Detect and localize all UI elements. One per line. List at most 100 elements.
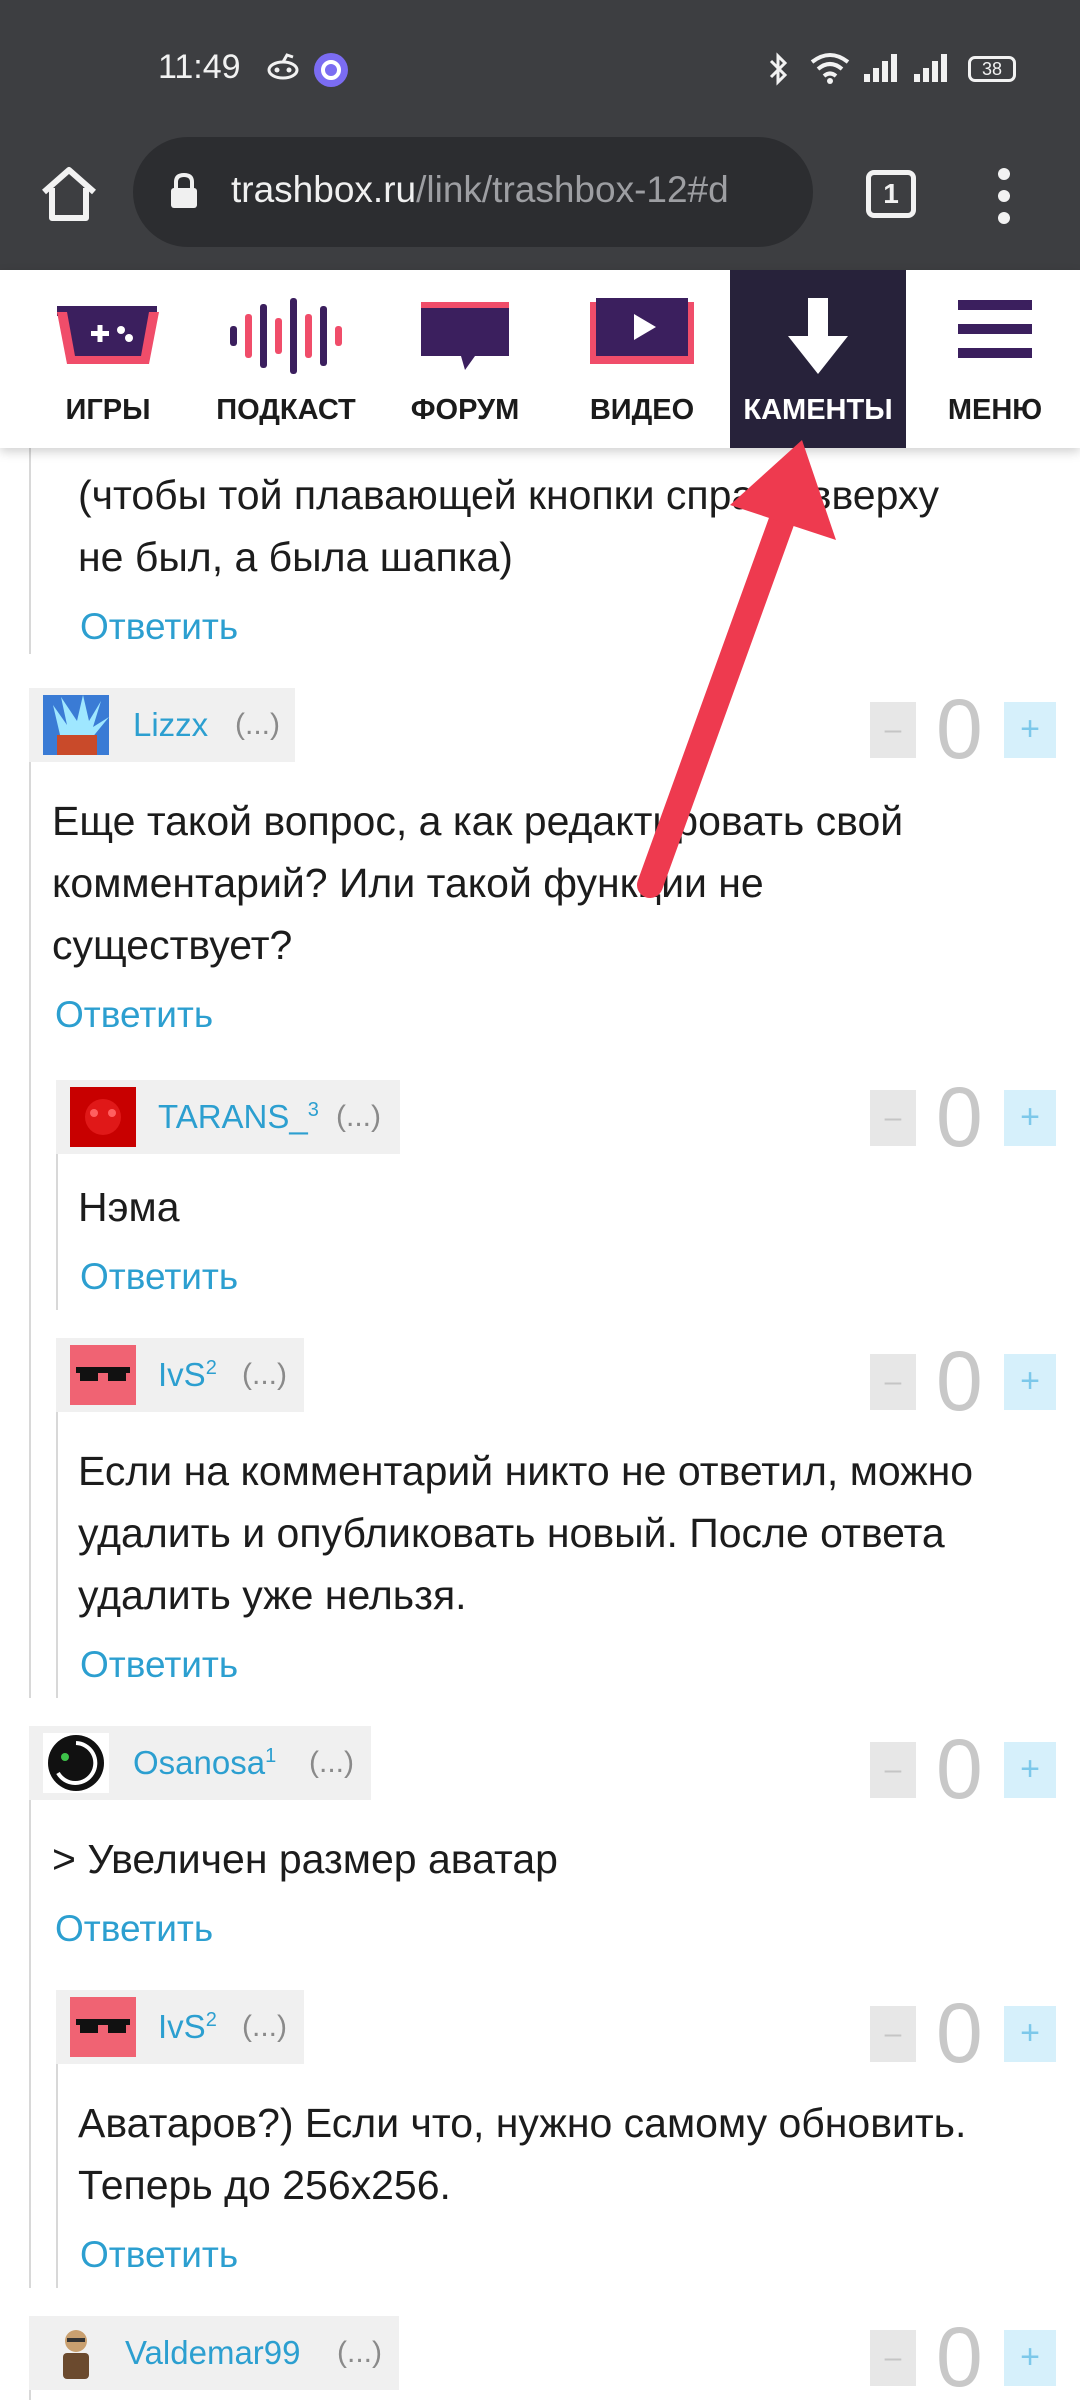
vote-score: 0 xyxy=(936,1722,983,1816)
comment-text-line: (чтобы той плавающей кнопки справа вверх… xyxy=(78,472,939,518)
comment-username[interactable]: IvS2 xyxy=(158,1356,217,1394)
browser-menu-icon[interactable] xyxy=(992,168,1016,228)
forum-icon xyxy=(421,302,509,370)
nav-forum[interactable]: ФОРУМ xyxy=(390,270,540,448)
comment-text: Еще такой вопрос, а как редактировать св… xyxy=(52,790,903,976)
comment-more[interactable]: (...) xyxy=(309,1746,354,1780)
comment-text-line: удалить уже нельзя. xyxy=(78,1572,467,1618)
user-level: 2 xyxy=(205,2009,217,2031)
gamepad-icon xyxy=(57,306,159,364)
thread-line xyxy=(29,760,31,1698)
comment-text-line: комментарий? Или такой функции не xyxy=(52,860,764,906)
comment-text-line: удалить и опубликовать новый. После отве… xyxy=(78,1510,945,1556)
url-text: trashbox.ru/link/trashbox-12#d xyxy=(231,169,796,211)
comment-more[interactable]: (...) xyxy=(235,708,280,742)
nav-label-menu: МЕНЮ xyxy=(947,394,1043,426)
comment-text: Если на комментарий никто не ответил, мо… xyxy=(78,1440,973,1626)
username-text: Osanosa xyxy=(133,1744,266,1781)
comment-more[interactable]: (...) xyxy=(242,2010,287,2044)
avatar[interactable] xyxy=(43,1733,109,1793)
nav-label-podcast: ПОДКАСТ xyxy=(216,394,356,426)
signal-icon-1 xyxy=(864,54,897,82)
comment-text-line: Теперь до 256x256. xyxy=(78,2162,451,2208)
comment-header: TARANS_3 (...) xyxy=(56,1080,400,1154)
avatar[interactable] xyxy=(70,1345,136,1405)
comment-text-line: Если на комментарий никто не ответил, мо… xyxy=(78,1448,974,1494)
comment-text: Аватаров?) Если что, нужно самому обнови… xyxy=(78,2092,966,2216)
vote-score: 0 xyxy=(936,2310,983,2404)
address-bar[interactable]: trashbox.ru/link/trashbox-12#d xyxy=(133,137,813,247)
nav-menu[interactable]: МЕНЮ xyxy=(920,270,1070,448)
comment-more[interactable]: (...) xyxy=(336,1100,381,1134)
avatar[interactable] xyxy=(43,695,109,755)
vote-up-button[interactable]: + xyxy=(1004,2006,1056,2062)
comment-text-line: Нэма xyxy=(78,1184,180,1230)
vote-down-button[interactable]: – xyxy=(870,1354,916,1410)
comment-username[interactable]: Lizzx xyxy=(133,706,208,744)
reply-link[interactable]: Ответить xyxy=(80,1256,238,1298)
comment-text-line: > Увеличен размер аватар xyxy=(52,1836,558,1882)
nav-games[interactable]: ИГРЫ xyxy=(0,270,216,448)
comment-text: (чтобы той плавающей кнопки справа вверх… xyxy=(78,464,939,588)
vote-score: 0 xyxy=(936,682,983,776)
vote-up-button[interactable]: + xyxy=(1004,1090,1056,1146)
wifi-icon xyxy=(810,53,850,84)
nav-comments[interactable]: КАМЕНТЫ xyxy=(730,270,906,448)
reply-link[interactable]: Ответить xyxy=(80,606,238,648)
browser-toolbar: trashbox.ru/link/trashbox-12#d 1 xyxy=(0,128,1080,270)
signal-icon-2 xyxy=(914,54,947,82)
comment-username[interactable]: IvS2 xyxy=(158,2008,217,2046)
avatar[interactable] xyxy=(43,2323,109,2383)
comment-username[interactable]: Valdemar99 xyxy=(125,2334,301,2372)
reply-link[interactable]: Ответить xyxy=(80,2234,238,2276)
reply-link[interactable]: Ответить xyxy=(80,1644,238,1686)
battery-icon: 38 xyxy=(968,56,1016,82)
comment-header: Lizzx (...) xyxy=(29,688,295,762)
comment-header: IvS2 (...) xyxy=(56,1990,304,2064)
nav-label-comments: КАМЕНТЫ xyxy=(743,394,893,426)
url-host: trashbox.ru xyxy=(231,169,417,210)
vote-down-button[interactable]: – xyxy=(870,2006,916,2062)
status-time: 11:49 xyxy=(158,48,241,86)
comment-text-line: существует? xyxy=(52,922,293,968)
comment-header: Osanosa1 (...) xyxy=(29,1726,371,1800)
vote-down-button[interactable]: – xyxy=(870,702,916,758)
bluetooth-icon xyxy=(769,52,788,86)
vote-down-button[interactable]: – xyxy=(870,1090,916,1146)
comment-header: IvS2 (...) xyxy=(56,1338,304,1412)
user-level: 3 xyxy=(307,1099,319,1121)
home-icon[interactable] xyxy=(34,158,104,228)
reply-link[interactable]: Ответить xyxy=(55,994,213,1036)
comment-more[interactable]: (...) xyxy=(337,2336,382,2370)
nav-label-video: ВИДЕО xyxy=(589,394,695,426)
comment-username[interactable]: Osanosa1 xyxy=(133,1744,276,1782)
vote-up-button[interactable]: + xyxy=(1004,1742,1056,1798)
vote-score: 0 xyxy=(936,1334,983,1428)
nav-podcast[interactable]: ПОДКАСТ xyxy=(216,270,356,448)
vote-down-button[interactable]: – xyxy=(870,1742,916,1798)
status-bar: 11:49 38 xyxy=(0,0,1080,128)
avatar[interactable] xyxy=(70,1087,136,1147)
avatar[interactable] xyxy=(70,1997,136,2057)
user-level: 2 xyxy=(205,1357,217,1379)
comment-more[interactable]: (...) xyxy=(242,1358,287,1392)
vote-down-button[interactable]: – xyxy=(870,2330,916,2386)
nav-video[interactable]: ВИДЕО xyxy=(564,270,720,448)
nav-label-forum: ФОРУМ xyxy=(410,394,520,426)
comment-username[interactable]: TARANS_3 xyxy=(158,1098,319,1136)
vote-up-button[interactable]: + xyxy=(1004,1354,1056,1410)
comment-text: Нэма xyxy=(78,1176,180,1238)
vote-up-button[interactable]: + xyxy=(1004,702,1056,758)
tab-switcher-button[interactable]: 1 xyxy=(866,170,916,218)
nav-label-games: ИГРЫ xyxy=(65,394,151,426)
user-level: 1 xyxy=(265,1745,277,1767)
podcast-icon xyxy=(230,298,342,374)
vote-up-button[interactable]: + xyxy=(1004,2330,1056,2386)
reply-link[interactable]: Ответить xyxy=(55,1908,213,1950)
username-text: TARANS_ xyxy=(158,1098,308,1135)
comment-text-line: не был, а была шапка) xyxy=(78,534,513,580)
video-icon xyxy=(590,298,694,364)
username-text: IvS xyxy=(158,2008,206,2045)
comment-text: > Увеличен размер аватар xyxy=(52,1828,558,1890)
thread-line xyxy=(29,1736,31,2288)
